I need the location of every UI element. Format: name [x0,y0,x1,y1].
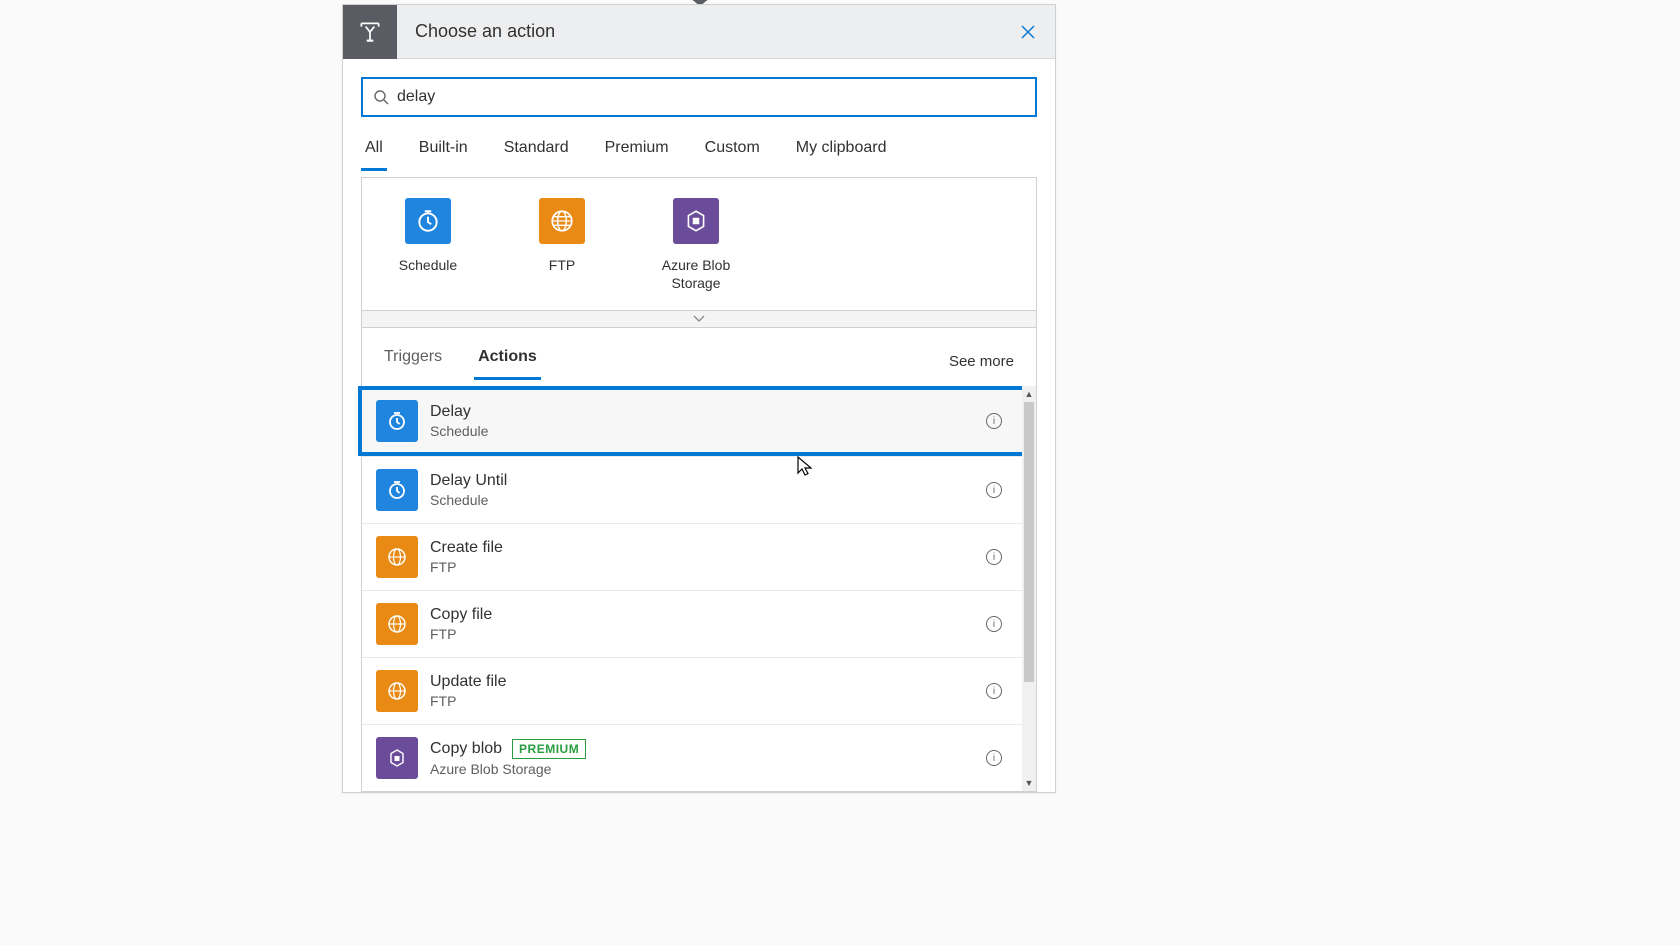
info-icon[interactable]: i [986,616,1002,632]
info-icon[interactable]: i [986,683,1002,699]
tab-all[interactable]: All [361,129,387,171]
action-text: Delay Schedule [430,403,986,439]
azure-blob-icon [376,737,418,779]
action-text: Update file FTP [430,673,986,709]
action-title: Delay [430,403,986,421]
search-box[interactable] [361,77,1037,117]
connector-ftp[interactable]: FTP [516,198,608,292]
action-title: Update file [430,673,986,691]
action-subtitle: Schedule [430,423,986,439]
premium-badge: PREMIUM [512,739,586,759]
connectors-box: Schedule FTP Azure Blob Storage [361,177,1037,310]
azure-blob-icon [673,198,719,244]
action-item-copy-file[interactable]: Copy file FTP i [362,590,1022,657]
panel-title: Choose an action [397,21,1001,42]
info-icon[interactable]: i [986,549,1002,565]
action-text: Copy file FTP [430,606,986,642]
expand-connectors-button[interactable] [361,310,1037,328]
action-item-create-file[interactable]: Create file FTP i [362,523,1022,590]
action-item-delay[interactable]: Delay Schedule i [358,386,1026,456]
action-item-delay-until[interactable]: Delay Until Schedule i [362,456,1022,523]
tab-standard[interactable]: Standard [500,129,573,171]
action-title: Create file [430,539,986,557]
action-subtitle: Azure Blob Storage [430,761,986,777]
action-text: Create file FTP [430,539,986,575]
search-input[interactable] [397,88,1025,106]
ftp-icon [539,198,585,244]
action-title: Delay Until [430,472,986,490]
ftp-icon [376,670,418,712]
choose-action-panel: Choose an action All Built-in Standard P… [342,4,1056,793]
scroll-up-icon[interactable]: ▲ [1025,386,1034,402]
action-text: Delay Until Schedule [430,472,986,508]
ftp-icon [376,603,418,645]
connector-label: FTP [549,256,575,274]
results-container: Triggers Actions See more Delay Schedule… [361,328,1037,792]
action-subtitle: Schedule [430,492,986,508]
scroll-down-icon[interactable]: ▼ [1025,775,1034,791]
tab-triggers[interactable]: Triggers [380,342,446,380]
action-header-icon [343,5,397,59]
action-title: Copy blob [430,740,502,758]
action-title: Copy file [430,606,986,624]
scrollbar[interactable]: ▲ ▼ [1022,386,1036,791]
connector-label: Azure Blob Storage [650,256,742,292]
info-icon[interactable]: i [986,482,1002,498]
action-text: Copy blob PREMIUM Azure Blob Storage [430,739,986,777]
search-container [343,59,1055,129]
schedule-icon [376,469,418,511]
tab-premium[interactable]: Premium [601,129,673,171]
panel-header: Choose an action [343,5,1055,59]
tab-custom[interactable]: Custom [701,129,764,171]
category-tabs: All Built-in Standard Premium Custom My … [343,129,1055,171]
action-subtitle: FTP [430,693,986,709]
action-item-copy-blob[interactable]: Copy blob PREMIUM Azure Blob Storage i [362,724,1022,791]
close-button[interactable] [1001,5,1055,59]
schedule-icon [376,400,418,442]
schedule-icon [405,198,451,244]
chevron-down-icon [693,315,705,323]
scrollbar-thumb[interactable] [1024,402,1034,682]
connector-label: Schedule [399,256,457,274]
action-subtitle: FTP [430,559,986,575]
tab-actions[interactable]: Actions [474,342,541,380]
action-subtitle: FTP [430,626,986,642]
see-more-link[interactable]: See more [949,353,1018,370]
action-item-update-file[interactable]: Update file FTP i [362,657,1022,724]
tab-my-clipboard[interactable]: My clipboard [792,129,891,171]
info-icon[interactable]: i [986,413,1002,429]
search-icon [373,89,389,105]
sub-tabs: Triggers Actions See more [362,328,1036,380]
tab-built-in[interactable]: Built-in [415,129,472,171]
info-icon[interactable]: i [986,750,1002,766]
ftp-icon [376,536,418,578]
connector-schedule[interactable]: Schedule [382,198,474,292]
action-list: Delay Schedule i Delay Until Schedule i [362,386,1036,791]
connector-azure-blob[interactable]: Azure Blob Storage [650,198,742,292]
